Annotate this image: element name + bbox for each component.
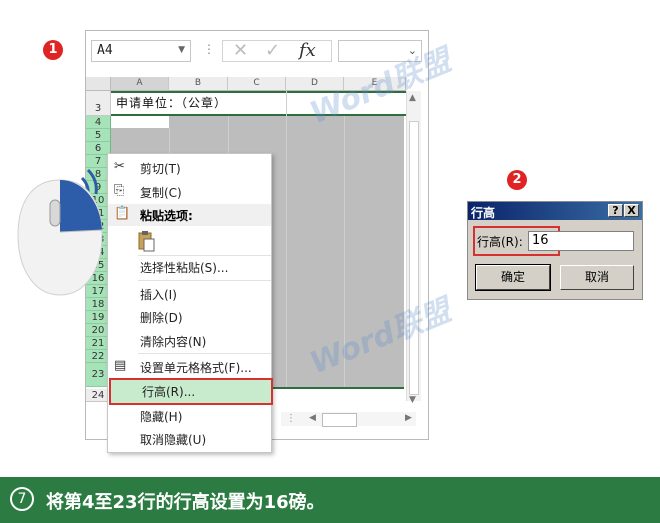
format-cells-icon: ▤ <box>114 358 127 373</box>
menu-item-copy[interactable]: ⎘ 复制(C) <box>108 180 271 204</box>
scroll-right-icon[interactable]: ▶ <box>405 413 412 423</box>
mouse-illustration <box>17 168 103 296</box>
more-dots-icon: ⋮ <box>286 413 296 424</box>
dialog-title-bar: 行高 ? X <box>468 202 642 220</box>
paste-clipboard-icon[interactable] <box>138 230 156 252</box>
menu-item-clear-contents[interactable]: 清除内容(N) <box>108 329 271 353</box>
help-icon[interactable]: ? <box>608 204 623 217</box>
enter-entry-icon[interactable]: ✓ <box>265 40 280 61</box>
caption-bar: 7 将第4至23行的行高设置为16磅。 <box>0 477 660 523</box>
paste-options-header: 📋 粘贴选项: <box>108 204 271 226</box>
menu-item-format-cells[interactable]: ▤ 设置单元格格式(F)... <box>108 355 271 379</box>
paste-icon: 📋 <box>114 206 131 221</box>
insert-function-icon[interactable]: fx <box>299 40 316 61</box>
cancel-entry-icon[interactable]: ✕ <box>233 40 248 61</box>
col-header-c[interactable]: C <box>228 77 286 91</box>
row-header-5[interactable]: 5 <box>86 129 111 142</box>
step-badge-1: 1 <box>43 40 63 60</box>
context-menu: ✂ 剪切(T) ⎘ 复制(C) 📋 粘贴选项: 选择性粘贴(S)... 插入(I… <box>107 153 273 453</box>
row-height-value: 16 <box>532 233 549 248</box>
menu-separator <box>138 280 271 281</box>
row-height-label: 行高(R): <box>477 235 523 249</box>
row-header-3[interactable]: 3 <box>86 91 111 116</box>
menu-item-hide[interactable]: 隐藏(H) <box>108 404 271 428</box>
row-height-input[interactable]: 16 <box>528 231 634 251</box>
vertical-scroll-thumb[interactable] <box>409 121 419 395</box>
step-number: 7 <box>10 487 34 511</box>
name-box-value: A4 <box>97 43 113 58</box>
caption-text: 将第4至23行的行高设置为16磅。 <box>46 492 325 513</box>
horizontal-scroll-thumb[interactable] <box>322 413 357 427</box>
scroll-left-icon[interactable]: ◀ <box>309 413 316 423</box>
menu-item-paste-special[interactable]: 选择性粘贴(S)... <box>108 255 271 279</box>
select-all-corner[interactable] <box>86 77 111 91</box>
formula-buttons: ✕ ✓ fx <box>222 40 332 62</box>
menu-item-delete[interactable]: 删除(D) <box>108 305 271 329</box>
active-cell-a4[interactable] <box>111 116 169 128</box>
scissors-icon: ✂ <box>114 159 125 174</box>
ok-button[interactable]: 确定 <box>475 264 551 291</box>
col-header-b[interactable]: B <box>169 77 228 91</box>
menu-item-unhide[interactable]: 取消隐藏(U) <box>108 427 271 451</box>
scroll-down-icon[interactable]: ▼ <box>409 395 416 405</box>
menu-item-insert[interactable]: 插入(I) <box>108 282 271 306</box>
dialog-title: 行高 <box>471 206 496 220</box>
cancel-button[interactable]: 取消 <box>560 265 634 290</box>
name-box[interactable]: A4 ▼ <box>91 40 191 62</box>
menu-item-cut[interactable]: ✂ 剪切(T) <box>108 156 271 180</box>
menu-separator <box>138 353 271 354</box>
step-badge-2: 2 <box>507 170 527 190</box>
close-icon[interactable]: X <box>624 204 639 217</box>
menu-item-row-height[interactable]: 行高(R)... <box>109 378 273 405</box>
col-header-a[interactable]: A <box>111 77 169 91</box>
row-3-text: 申请单位：（公章） <box>116 96 228 110</box>
grid-line <box>286 91 287 387</box>
chevron-down-icon[interactable]: ▼ <box>178 45 185 55</box>
copy-icon: ⎘ <box>114 183 125 198</box>
row-header-4[interactable]: 4 <box>86 116 111 129</box>
more-dots-icon: ⋮ <box>203 42 215 56</box>
